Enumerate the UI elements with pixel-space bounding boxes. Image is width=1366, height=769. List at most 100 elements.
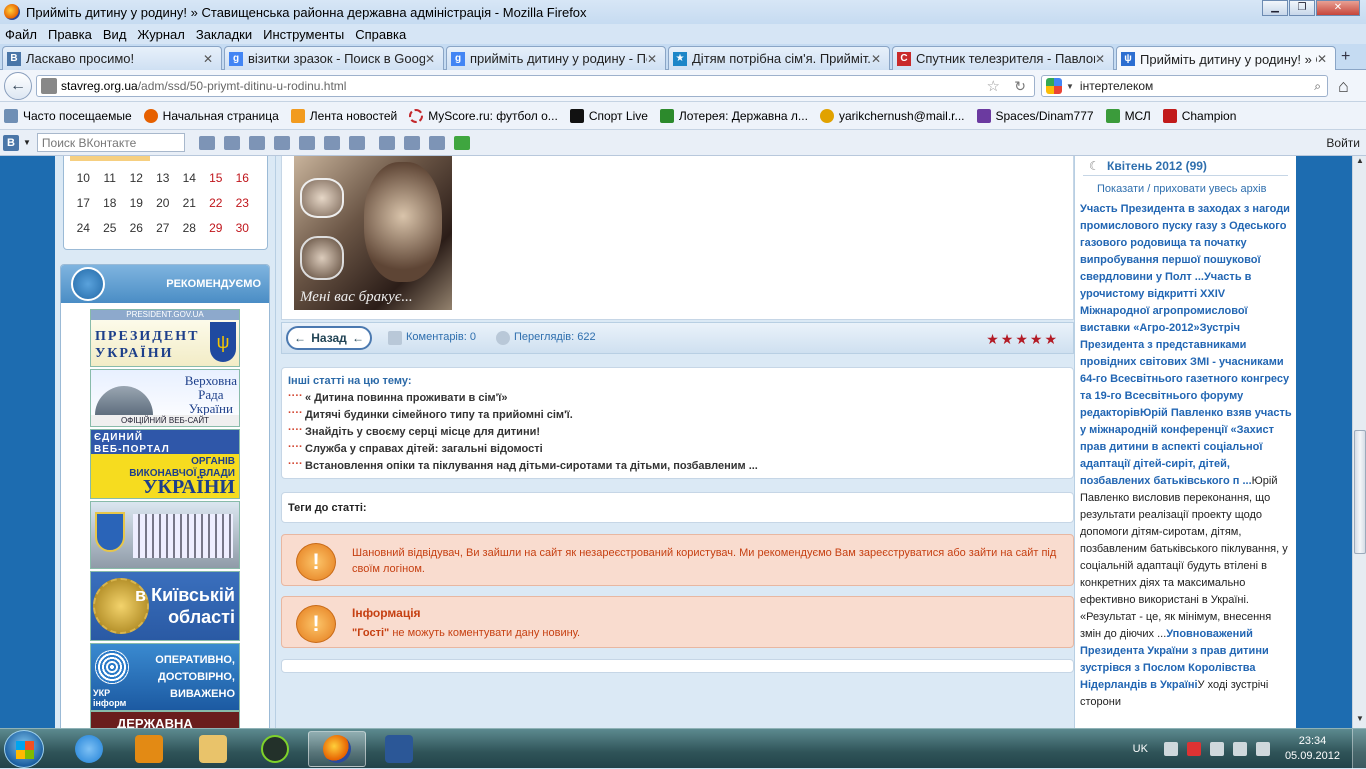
- oda-building-banner[interactable]: [90, 501, 240, 569]
- rating-stars[interactable]: ★★★★★: [986, 331, 1059, 348]
- bookmark-mail[interactable]: yarikchernush@mail.r...: [819, 108, 965, 123]
- related-link[interactable]: Дитячі будинки сімейного типу та прийомн…: [288, 407, 1073, 426]
- close-window-button[interactable]: ✕: [1316, 0, 1360, 16]
- bookmark-champion[interactable]: Champion: [1162, 108, 1236, 123]
- archive-link[interactable]: ...Участь в урочистому відкритті XXIV Мі…: [1080, 271, 1292, 487]
- search-bar[interactable]: ▼ інтертелеком ⌕: [1041, 75, 1328, 97]
- menu-history[interactable]: Журнал: [137, 27, 184, 42]
- chevron-down-icon[interactable]: ▼: [1066, 82, 1074, 91]
- archive-month-heading[interactable]: Квітень 2012 (99): [1083, 156, 1288, 176]
- bookmark-most-visited[interactable]: Часто посещаемые: [4, 108, 132, 123]
- close-tab-icon[interactable]: ✕: [871, 52, 885, 66]
- rada-banner[interactable]: Верховна Рада України ОФІЦІЙНИЙ ВЕБ-САЙТ: [90, 369, 240, 427]
- video-icon[interactable]: [323, 135, 340, 150]
- new-tab-icon[interactable]: +: [1341, 48, 1350, 66]
- back-button[interactable]: ← Назад ←: [286, 326, 372, 350]
- calendar-day[interactable]: 10: [70, 171, 97, 185]
- tab-3[interactable]: g прийміть дитину у родину - По... ✕: [446, 46, 666, 70]
- search-input[interactable]: інтертелеком: [1080, 79, 1153, 93]
- gov-portal-banner[interactable]: ЄДИНИЙ ВЕБ-ПОРТАЛ ОРГАНІВ ВИКОНАВЧОЇ ВЛАДИ…: [90, 429, 240, 499]
- related-link[interactable]: « Дитина повинна проживати в сім'ї»: [288, 390, 1073, 409]
- minimize-button[interactable]: ▁: [1262, 0, 1288, 16]
- calendar-day[interactable]: 24: [70, 221, 97, 235]
- ie-taskbar-button[interactable]: [60, 731, 118, 767]
- ukrinform-banner[interactable]: УКР інформ ОПЕРАТИВНО, ДОСТОВІРНО, ВИВАЖЕНО: [90, 643, 240, 711]
- close-tab-icon[interactable]: ✕: [1095, 52, 1109, 66]
- media-player-taskbar-button[interactable]: [120, 731, 178, 767]
- bookmark-news-feed[interactable]: Лента новостей: [290, 108, 397, 123]
- menu-file[interactable]: Файл: [5, 27, 37, 42]
- tab-6-active[interactable]: ψ Прийміть дитину у родину! » С... ✕: [1116, 46, 1336, 71]
- calendar-day[interactable]: 12: [123, 171, 150, 185]
- notes-icon[interactable]: [348, 135, 365, 150]
- vk-logo-icon[interactable]: B: [3, 134, 19, 151]
- add-plus-icon[interactable]: [453, 135, 470, 150]
- calendar-day[interactable]: 18: [97, 196, 124, 210]
- volume-icon[interactable]: [1255, 742, 1270, 756]
- archive-toggle-link[interactable]: Показати / приховати увесь архів: [1097, 183, 1266, 195]
- app-taskbar-button[interactable]: [246, 731, 304, 767]
- calendar-day[interactable]: 17: [70, 196, 97, 210]
- music-icon[interactable]: [403, 135, 420, 150]
- calendar-day[interactable]: 19: [123, 196, 150, 210]
- bookmark-star-icon[interactable]: ☆: [987, 77, 1000, 95]
- search-icon[interactable]: ⌕: [1314, 79, 1321, 94]
- calendar-day-weekend[interactable]: 30: [229, 221, 256, 235]
- close-tab-icon[interactable]: ✕: [647, 52, 661, 66]
- home-icon[interactable]: [248, 135, 265, 150]
- folder-icon[interactable]: [428, 135, 445, 150]
- show-desktop-button[interactable]: [1352, 729, 1366, 769]
- scrollbar-thumb[interactable]: [1354, 430, 1366, 554]
- calendar-day[interactable]: 28: [176, 221, 203, 235]
- calendar-day[interactable]: 21: [176, 196, 203, 210]
- reload-icon[interactable]: ↻: [1014, 78, 1026, 95]
- menu-view[interactable]: Вид: [103, 27, 127, 42]
- vk-login-link[interactable]: Войти: [1326, 136, 1360, 150]
- calendar-day-weekend[interactable]: 23: [229, 196, 256, 210]
- calendar-day[interactable]: 11: [97, 171, 124, 185]
- bookmark-msl[interactable]: МСЛ: [1105, 108, 1151, 123]
- photos-icon[interactable]: [298, 135, 315, 150]
- friends-icon[interactable]: [223, 135, 240, 150]
- calendar-day-weekend[interactable]: 16: [229, 171, 256, 185]
- clock[interactable]: 23:34 05.09.2012: [1285, 734, 1340, 764]
- calendar-day[interactable]: 13: [150, 171, 177, 185]
- archive-link[interactable]: Участь Президента в заходах з нагоди про…: [1080, 203, 1290, 283]
- network-icon[interactable]: [1232, 742, 1247, 756]
- related-link[interactable]: Служба у справах дітей: загальні відомос…: [288, 441, 1073, 460]
- close-tab-icon[interactable]: ✕: [1317, 52, 1331, 66]
- comments-count[interactable]: Коментарів: 0: [406, 331, 476, 343]
- calendar-day-weekend[interactable]: 15: [203, 171, 230, 185]
- bookmark-start-page[interactable]: Начальная страница: [143, 108, 279, 123]
- scroll-up-icon[interactable]: ▲: [1354, 156, 1366, 170]
- menu-help[interactable]: Справка: [355, 27, 406, 42]
- calendar-day[interactable]: 26: [123, 221, 150, 235]
- menu-tools[interactable]: Инструменты: [263, 27, 344, 42]
- calendar-day[interactable]: 25: [97, 221, 124, 235]
- kyiv-region-banner[interactable]: в Київській області: [90, 571, 240, 641]
- close-tab-icon[interactable]: ✕: [425, 52, 439, 66]
- state-banner[interactable]: ДЕРЖАВНА: [90, 711, 240, 728]
- article-photo[interactable]: Мені вас бракує...: [294, 156, 452, 310]
- start-button[interactable]: [4, 730, 44, 768]
- calendar-day[interactable]: 27: [150, 221, 177, 235]
- firefox-taskbar-button[interactable]: [308, 731, 366, 767]
- word-taskbar-button[interactable]: [370, 731, 428, 767]
- bookmark-sport-live[interactable]: Спорт Live: [569, 108, 648, 123]
- explorer-taskbar-button[interactable]: [184, 731, 242, 767]
- bookmark-myscore[interactable]: MyScore.ru: футбол о...: [409, 108, 558, 123]
- maximize-button[interactable]: ❐: [1289, 0, 1315, 16]
- president-banner[interactable]: PRESIDENT.GOV.UA ПРЕЗИДЕНТ УКРАЇНИ ψ: [90, 309, 240, 367]
- tab-1[interactable]: B Ласкаво просимо! ✕: [2, 46, 222, 70]
- related-link[interactable]: Знайдіть у своєму серці місце для дитини…: [288, 424, 1073, 443]
- calendar-day[interactable]: 20: [150, 196, 177, 210]
- google-engine-icon[interactable]: [1046, 78, 1062, 94]
- url-bar[interactable]: stavreg.org.ua /adm/ssd/50-priymt-ditinu…: [36, 75, 1035, 97]
- chevron-down-icon[interactable]: ▼: [23, 138, 31, 147]
- show-hidden-icons-icon[interactable]: [1163, 742, 1178, 756]
- language-indicator[interactable]: UK: [1133, 743, 1148, 755]
- bookmark-lottery[interactable]: Лотерея: Державна л...: [659, 108, 808, 123]
- tab-4[interactable]: ★ Дітям потрібна сім'я. Прийміт... ✕: [668, 46, 890, 70]
- device-icon[interactable]: [1209, 742, 1224, 756]
- close-tab-icon[interactable]: ✕: [203, 52, 217, 66]
